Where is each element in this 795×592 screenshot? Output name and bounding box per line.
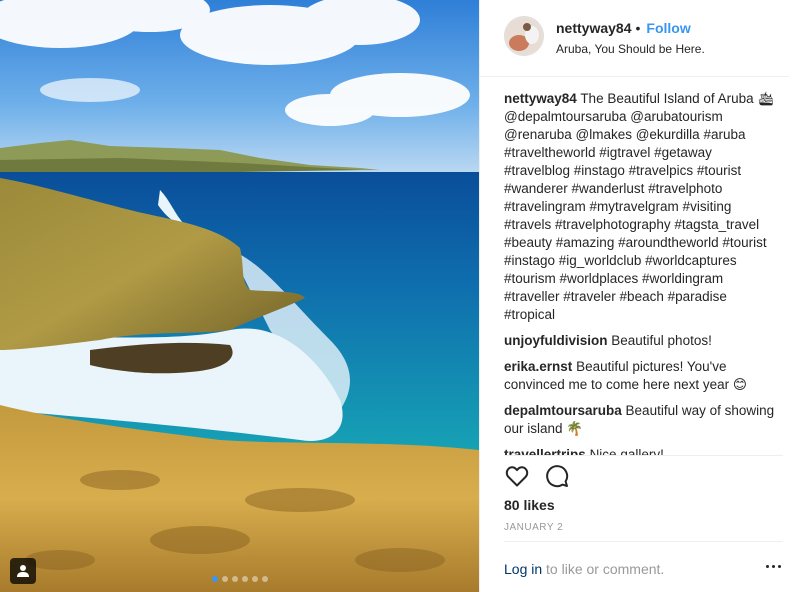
comments-list[interactable]: nettyway84 The Beautiful Island of Aruba… bbox=[504, 90, 781, 455]
like-button[interactable] bbox=[504, 463, 530, 489]
more-options-button[interactable] bbox=[766, 565, 781, 568]
comment-username[interactable]: travellertrips bbox=[504, 447, 586, 455]
post-header: nettyway84 • Follow Aruba, You Should be… bbox=[504, 16, 789, 64]
comment-text: Beautiful photos! bbox=[611, 333, 712, 348]
login-prompt: Log in to like or comment. bbox=[504, 561, 664, 577]
carousel-dot[interactable] bbox=[211, 576, 218, 582]
separator-bullet: • bbox=[635, 20, 641, 36]
comment-username[interactable]: unjoyfuldivision bbox=[504, 333, 608, 348]
carousel-dot[interactable] bbox=[261, 576, 268, 582]
instagram-post: nettyway84 • Follow Aruba, You Should be… bbox=[0, 0, 795, 592]
divider bbox=[504, 541, 783, 542]
comment-text: Nice gallery! bbox=[589, 447, 664, 455]
carousel-dot[interactable] bbox=[221, 576, 228, 582]
comment-item: erika.ernst Beautiful pictures! You've c… bbox=[504, 358, 781, 394]
divider bbox=[480, 76, 789, 77]
caption: nettyway84 The Beautiful Island of Aruba… bbox=[504, 90, 781, 324]
avatar[interactable] bbox=[504, 16, 544, 56]
follow-button[interactable]: Follow bbox=[646, 20, 690, 36]
like-count[interactable]: 80 likes bbox=[504, 497, 555, 513]
login-prompt-text: to like or comment. bbox=[542, 561, 665, 577]
comment-username[interactable]: depalmtoursaruba bbox=[504, 403, 622, 418]
comment-item: unjoyfuldivision Beautiful photos! bbox=[504, 332, 781, 350]
post-details-panel: nettyway84 • Follow Aruba, You Should be… bbox=[479, 0, 795, 592]
more-options-icon bbox=[766, 565, 769, 568]
post-photo[interactable] bbox=[0, 0, 479, 592]
carousel-dot[interactable] bbox=[251, 576, 258, 582]
carousel-dot[interactable] bbox=[241, 576, 248, 582]
carousel-dot[interactable] bbox=[231, 576, 238, 582]
heart-icon bbox=[505, 466, 529, 487]
carousel-indicator bbox=[0, 576, 479, 582]
post-username[interactable]: nettyway84 bbox=[556, 20, 631, 36]
divider bbox=[504, 455, 783, 456]
more-options-icon-dot bbox=[772, 565, 775, 568]
comment-username[interactable]: erika.ernst bbox=[504, 359, 572, 374]
post-actions bbox=[504, 463, 570, 489]
aruba-coast-photo bbox=[0, 0, 479, 592]
comment-bubble-icon bbox=[546, 465, 569, 488]
comment-button[interactable] bbox=[544, 463, 570, 489]
caption-text: The Beautiful Island of Aruba 🛳 @depalmt… bbox=[504, 91, 775, 322]
more-options-icon-dot bbox=[778, 565, 781, 568]
post-date[interactable]: JANUARY 2 bbox=[504, 522, 563, 533]
caption-username[interactable]: nettyway84 bbox=[504, 91, 577, 106]
login-link[interactable]: Log in bbox=[504, 561, 542, 577]
comment-item: depalmtoursaruba Beautiful way of showin… bbox=[504, 402, 781, 438]
post-location[interactable]: Aruba, You Should be Here. bbox=[556, 42, 705, 56]
comment-item: travellertrips Nice gallery! bbox=[504, 446, 781, 455]
avatar-image bbox=[505, 17, 543, 55]
